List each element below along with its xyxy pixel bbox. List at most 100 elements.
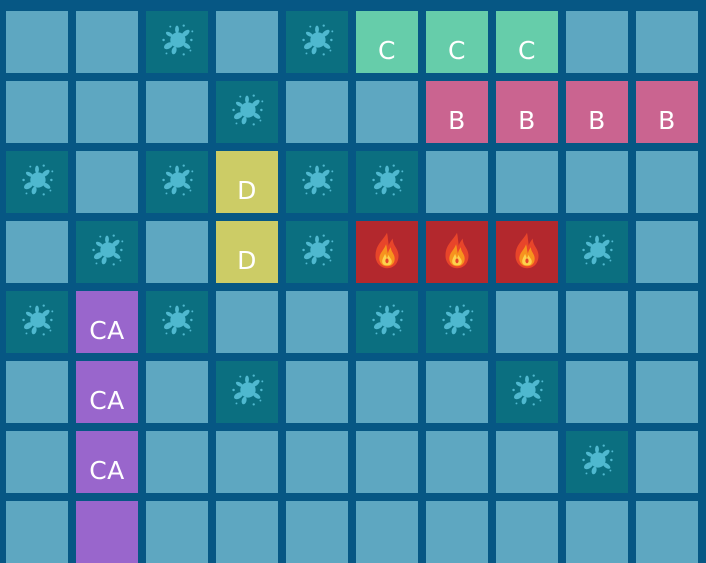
board-cell-water[interactable] (286, 291, 348, 353)
board-cell-water[interactable] (6, 221, 68, 283)
board-cell-ship[interactable]: CA (76, 431, 138, 493)
board-cell-partial (636, 501, 698, 563)
board-cell-ship[interactable]: D (216, 151, 278, 213)
board-cell-water[interactable] (146, 361, 208, 423)
board-cell-water[interactable] (566, 11, 628, 73)
board-cell-water[interactable] (216, 11, 278, 73)
splash-icon (294, 17, 340, 67)
board-cell-water[interactable] (286, 81, 348, 143)
board-cell-ship[interactable]: CA (76, 291, 138, 353)
board-cell-hit[interactable] (426, 221, 488, 283)
board-cell-water[interactable] (566, 151, 628, 213)
board-cell-miss[interactable] (496, 361, 558, 423)
splash-icon (14, 297, 60, 347)
ship-label: D (237, 245, 257, 275)
board-cell-miss[interactable] (76, 221, 138, 283)
board-cell-partial (496, 501, 558, 563)
ship-label: CA (89, 315, 125, 345)
splash-icon (154, 157, 200, 207)
splash-icon (224, 367, 270, 417)
ship-label: CA (89, 385, 125, 415)
splash-icon (434, 297, 480, 347)
board-cell-partial (426, 501, 488, 563)
splash-icon (364, 297, 410, 347)
ship-label: B (448, 105, 466, 135)
fire-icon (504, 227, 550, 277)
board-cell-water[interactable] (146, 221, 208, 283)
board-cell-water[interactable] (76, 151, 138, 213)
board-cell-water[interactable] (76, 11, 138, 73)
board-cell-miss[interactable] (286, 151, 348, 213)
board-cell-water[interactable] (6, 361, 68, 423)
board-cell-water[interactable] (356, 361, 418, 423)
board-cell-partial (146, 501, 208, 563)
board-cell-water[interactable] (216, 431, 278, 493)
board-cell-partial (76, 501, 138, 563)
splash-icon (364, 157, 410, 207)
board-cell-miss[interactable] (356, 291, 418, 353)
board-cell-miss[interactable] (216, 361, 278, 423)
board-cell-miss[interactable] (286, 221, 348, 283)
board-cell-miss[interactable] (146, 291, 208, 353)
board-cell-water[interactable] (636, 431, 698, 493)
board-cell-ship[interactable]: B (566, 81, 628, 143)
board-cell-miss[interactable] (216, 81, 278, 143)
board-cell-miss[interactable] (146, 151, 208, 213)
board-cell-water[interactable] (636, 11, 698, 73)
board-cell-water[interactable] (496, 151, 558, 213)
board-cell-miss[interactable] (286, 11, 348, 73)
board-cell-ship[interactable]: B (426, 81, 488, 143)
board-cell-water[interactable] (286, 361, 348, 423)
board-cell-water[interactable] (6, 431, 68, 493)
board-cell-hit[interactable] (356, 221, 418, 283)
board-cell-water[interactable] (566, 361, 628, 423)
splash-icon (14, 157, 60, 207)
board-cell-ship[interactable]: C (426, 11, 488, 73)
board-cell-water[interactable] (216, 291, 278, 353)
board-cell-hit[interactable] (496, 221, 558, 283)
fire-icon (364, 227, 410, 277)
board-cell-water[interactable] (636, 221, 698, 283)
board-cell-partial (566, 501, 628, 563)
board-cell-miss[interactable] (146, 11, 208, 73)
board-cell-water[interactable] (6, 81, 68, 143)
ship-label: B (658, 105, 676, 135)
board-cell-water[interactable] (636, 291, 698, 353)
board-cell-ship[interactable]: C (496, 11, 558, 73)
board-cell-ship[interactable]: C (356, 11, 418, 73)
splash-icon (154, 297, 200, 347)
board-cell-miss[interactable] (6, 291, 68, 353)
board-cell-water[interactable] (146, 431, 208, 493)
board-cell-water[interactable] (356, 81, 418, 143)
board-cell-ship[interactable]: B (496, 81, 558, 143)
board-cell-water[interactable] (146, 81, 208, 143)
board-cell-miss[interactable] (426, 291, 488, 353)
ship-label: C (378, 35, 396, 65)
board-cell-water[interactable] (76, 81, 138, 143)
board-cell-water[interactable] (496, 431, 558, 493)
splash-icon (294, 227, 340, 277)
board-cell-water[interactable] (426, 151, 488, 213)
board-cell-partial (286, 501, 348, 563)
splash-icon (574, 437, 620, 487)
board-cell-miss[interactable] (566, 431, 628, 493)
board-cell-water[interactable] (426, 361, 488, 423)
board-cell-water[interactable] (496, 291, 558, 353)
board-cell-water[interactable] (286, 431, 348, 493)
board-cell-water[interactable] (426, 431, 488, 493)
board-cell-water[interactable] (636, 361, 698, 423)
board-cell-water[interactable] (356, 431, 418, 493)
board-cell-ship[interactable]: B (636, 81, 698, 143)
board-cell-partial (6, 501, 68, 563)
board-cell-water[interactable] (6, 11, 68, 73)
board-cell-miss[interactable] (6, 151, 68, 213)
board-cell-ship[interactable]: D (216, 221, 278, 283)
ship-label: CA (89, 455, 125, 485)
board-cell-water[interactable] (636, 151, 698, 213)
board-cell-water[interactable] (566, 291, 628, 353)
board-cell-miss[interactable] (566, 221, 628, 283)
board-cell-ship[interactable]: CA (76, 361, 138, 423)
board-cell-partial (216, 501, 278, 563)
ship-label: D (237, 175, 257, 205)
board-cell-miss[interactable] (356, 151, 418, 213)
